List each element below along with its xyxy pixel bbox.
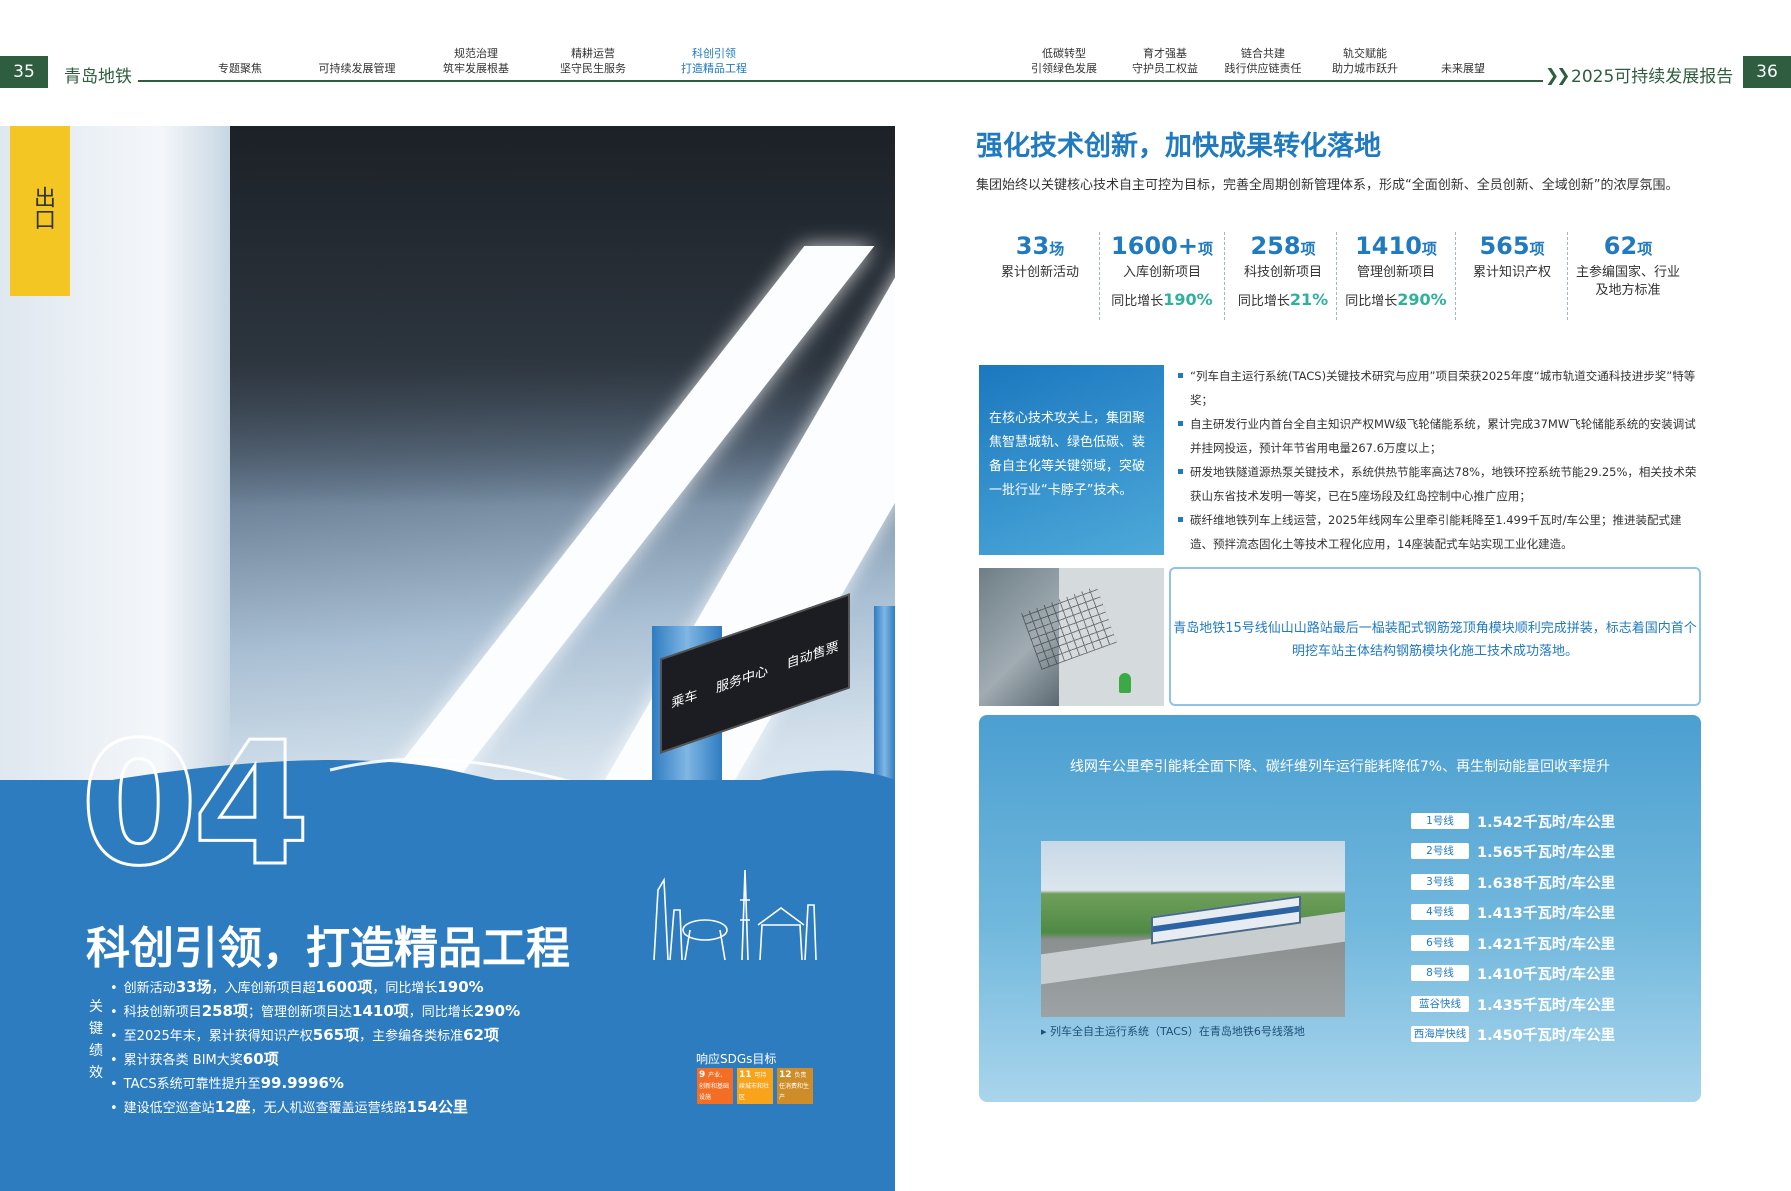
divider xyxy=(1567,232,1568,320)
list-item: 碳纤维地铁列车上线运营，2025年线网车公里牵引能耗降至1.499千瓦时/车公里… xyxy=(1178,508,1703,556)
kpi-list: 创新活动33场，入库创新项目超1600项，同比增长190% 科技创新项目258项… xyxy=(110,976,520,1120)
train-photo xyxy=(1041,841,1345,1017)
divider xyxy=(1336,232,1337,320)
list-item: TACS系统可靠性提升至99.9996% xyxy=(110,1072,520,1096)
stat-stored-projects: 1600+项 入库创新项目 同比增长190% xyxy=(1111,232,1213,309)
sdg-11-icon: 11 可持续城市和社区 xyxy=(737,1068,773,1104)
divider xyxy=(1099,232,1100,320)
sdg-12-icon: 12 负责任消费和生产 xyxy=(777,1068,813,1104)
achievement-list: “列车自主运行系统(TACS)关键技术研究与应用”项目荣获2025年度“城市轨道… xyxy=(1178,364,1703,556)
energy-row-line4: 4号线 1.413千瓦时/车公里 xyxy=(1411,901,1615,923)
nav-item-outlook[interactable]: 未来展望 xyxy=(1403,61,1523,76)
divider xyxy=(1455,232,1456,320)
stat-ip: 565项 累计知识产权 xyxy=(1472,232,1551,280)
chapter-number: 04 xyxy=(79,706,313,904)
nav-line xyxy=(138,80,1543,82)
nav-item-special-focus[interactable]: 专题聚焦 xyxy=(180,61,300,76)
page-number-right: 36 xyxy=(1743,56,1791,88)
list-item: 建设低空巡查站12座，无人机巡查覆盖运营线路154公里 xyxy=(110,1096,520,1120)
stat-mgmt-projects: 1410项 管理创新项目 同比增长290% xyxy=(1345,232,1447,309)
sdg-label: 响应SDGs目标 xyxy=(696,1052,777,1066)
sdg-9-icon: 9 产业、创新和基础设施 xyxy=(697,1068,733,1104)
section-title: 强化技术创新，加快成果转化落地 xyxy=(976,131,1381,162)
chapter-title: 科创引领，打造精品工程 xyxy=(86,923,570,974)
list-item: 科技创新项目258项；管理创新项目达1410项，同比增长290% xyxy=(110,1000,520,1024)
list-item: 累计获各类 BIM大奖60项 xyxy=(110,1048,520,1072)
energy-row-line2: 2号线 1.565千瓦时/车公里 xyxy=(1411,840,1615,862)
double-chevron-icon: ❯❯ xyxy=(1545,66,1570,86)
brand-name: 青岛地铁 xyxy=(64,67,132,87)
energy-row-west-coast: 西海岸快线 1.450千瓦时/车公里 xyxy=(1411,1023,1615,1045)
core-tech-summary: 在核心技术攻关上，集团聚焦智慧城轨、绿色低碳、装备自主化等关键领域，突破一批行业… xyxy=(979,365,1164,555)
nav-item-innovation[interactable]: 科创引领 打造精品工程 xyxy=(654,46,774,76)
construction-photo xyxy=(979,568,1164,706)
energy-row-line3: 3号线 1.638千瓦时/车公里 xyxy=(1411,871,1615,893)
city-skyline-icon xyxy=(653,869,817,961)
construction-note: 青岛地铁15号线仙山山路站最后一榀装配式钢筋笼顶角模块顺利完成拼装，标志着国内首… xyxy=(1169,567,1701,706)
list-item: 创新活动33场，入库创新项目超1600项，同比增长190% xyxy=(110,976,520,1000)
energy-row-line1: 1号线 1.542千瓦时/车公里 xyxy=(1411,810,1615,832)
train-caption: ▸ 列车全自主运行系统（TACS）在青岛地铁6号线落地 xyxy=(1041,1025,1305,1038)
stat-standards: 62项 主参编国家、行业 及地方标准 xyxy=(1575,232,1680,298)
section-intro: 集团始终以关键核心技术自主可控为目标，完善全周期创新管理体系，形成“全面创新、全… xyxy=(976,178,1679,193)
stat-innovation-activities: 33场 累计创新活动 xyxy=(1000,232,1079,280)
stat-tech-projects: 258项 科技创新项目 同比增长21% xyxy=(1237,232,1329,309)
kpi-vertical-label: 关 键 绩 效 xyxy=(89,999,103,1081)
list-item: 研发地铁隧道源热泵关键技术，系统供热节能率高达78%，地铁环控系统节能29.25… xyxy=(1178,460,1703,508)
energy-row-line8: 8号线 1.410千瓦时/车公里 xyxy=(1411,962,1615,984)
nav-item-sustainability-mgmt[interactable]: 可持续发展管理 xyxy=(297,61,417,76)
list-item: “列车自主运行系统(TACS)关键技术研究与应用”项目荣获2025年度“城市轨道… xyxy=(1178,364,1703,412)
divider xyxy=(1224,232,1225,320)
page-number-left: 35 xyxy=(0,56,48,88)
nav-item-governance[interactable]: 规范治理 筑牢发展根基 xyxy=(416,46,536,76)
report-title: 2025可持续发展报告 xyxy=(1571,67,1734,87)
nav-item-operations[interactable]: 精耕运营 坚守民生服务 xyxy=(533,46,653,76)
list-item: 至2025年末，累计获得知识产权565项，主参编各类标准62项 xyxy=(110,1024,520,1048)
list-item: 自主研发行业内首台全自主知识产权MW级飞轮储能系统，累计完成37MW飞轮储能系统… xyxy=(1178,412,1703,460)
energy-row-langu: 蓝谷快线 1.435千瓦时/车公里 xyxy=(1411,993,1615,1015)
exit-sign: 出口 xyxy=(10,126,70,296)
energy-title: 线网车公里牵引能耗全面下降、碳纤维列车运行能耗降低7%、再生制动能量回收率提升 xyxy=(1069,759,1611,775)
energy-row-line6: 6号线 1.421千瓦时/车公里 xyxy=(1411,932,1615,954)
